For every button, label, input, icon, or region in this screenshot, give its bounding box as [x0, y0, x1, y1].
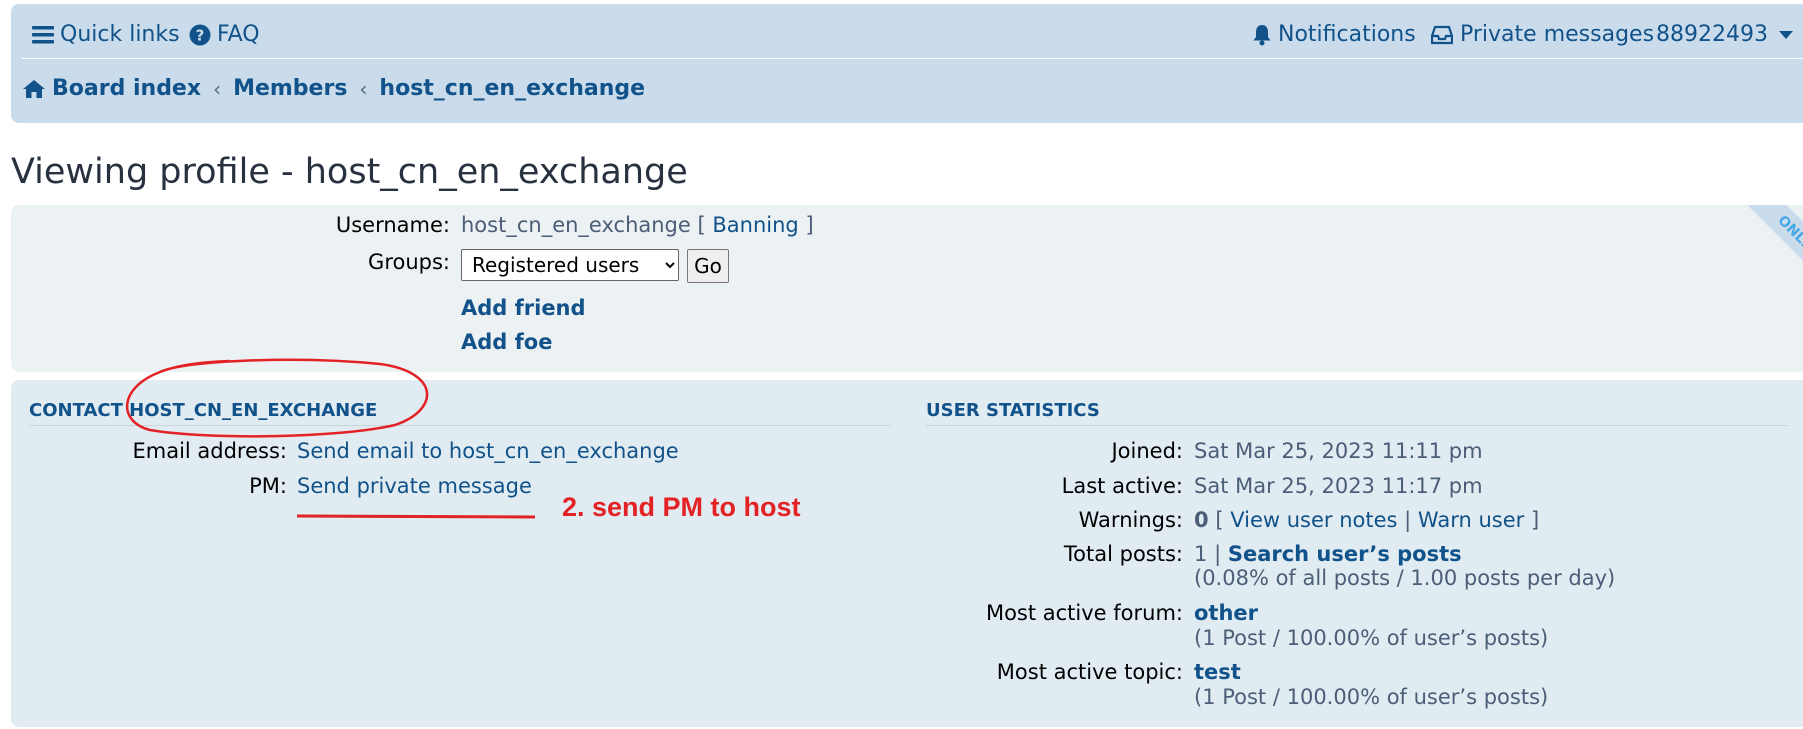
annotation-underline: [296, 514, 536, 519]
annotation-circle: [125, 358, 429, 438]
annotation-text: 2. send PM to host: [562, 492, 801, 522]
annotation-overlay: [125, 358, 536, 519]
